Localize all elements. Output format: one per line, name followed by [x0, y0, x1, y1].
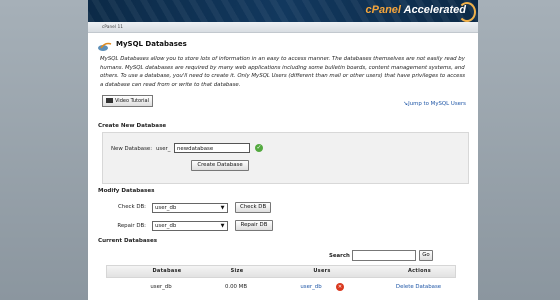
create-database-button[interactable]: Create Database — [191, 160, 249, 171]
column-database: Database — [152, 268, 182, 274]
cell-size: 0.00 MB — [224, 284, 248, 290]
header-bar: cPanel Accelerated — [88, 0, 478, 22]
new-database-label: New Database: — [111, 146, 153, 152]
table-header: Database Size Users Actions — [106, 265, 456, 278]
table-row: user_db 0.00 MB user_db ✕ Delete Databas… — [106, 278, 456, 296]
create-database-heading: Create New Database — [98, 123, 167, 129]
check-db-button[interactable]: Check DB — [235, 202, 271, 213]
section-description: MySQL Databases allow you to store lots … — [100, 56, 466, 88]
create-database-panel: New Database: user_ newdatabase ✓ Create… — [102, 132, 469, 184]
repair-db-label: Repair DB: — [117, 223, 146, 229]
logo-suffix: Accelerated — [403, 4, 466, 16]
dropdown-caret-icon: ▼ — [220, 205, 225, 211]
search-input[interactable] — [352, 250, 416, 261]
jump-to-mysql-users-link[interactable]: ↘Jump to MySQL Users — [403, 100, 466, 107]
video-tutorial-label: Video Tutorial — [115, 98, 149, 104]
new-database-input[interactable]: newdatabase — [174, 143, 250, 153]
delete-database-link[interactable]: Delete Database — [391, 284, 446, 290]
column-size: Size — [230, 268, 244, 274]
modify-databases-heading: Modify Databases — [98, 188, 155, 194]
logo-swirl-icon — [458, 2, 476, 22]
background-right — [472, 0, 560, 300]
dropdown-caret-icon: ▼ — [220, 223, 225, 229]
cpanel-page: cPanel Accelerated cPanel 11 MySQL Datab… — [88, 0, 478, 300]
cell-database: user_db — [150, 284, 172, 290]
cpanel-logo[interactable]: cPanel Accelerated — [366, 4, 467, 16]
current-databases-heading: Current Databases — [98, 238, 158, 244]
logo-brand: cPanel — [365, 4, 401, 16]
check-db-select[interactable]: user_db ▼ — [152, 203, 228, 213]
column-actions: Actions — [407, 268, 431, 274]
repair-db-button[interactable]: Repair DB — [235, 220, 273, 231]
search-label: Search — [329, 253, 350, 259]
repair-db-select[interactable]: user_db ▼ — [152, 221, 228, 231]
breadcrumb[interactable]: cPanel 11 — [102, 24, 123, 29]
database-prefix: user_ — [156, 146, 171, 152]
repair-db-selected: user_db — [155, 223, 177, 229]
jump-link-label: Jump to MySQL Users — [408, 101, 466, 107]
mysql-icon — [98, 42, 112, 51]
page-title: MySQL Databases — [116, 40, 187, 48]
remove-user-icon[interactable]: ✕ — [336, 283, 344, 291]
databases-table: Database Size Users Actions user_db 0.00… — [106, 265, 456, 296]
go-button[interactable]: Go — [419, 250, 433, 261]
check-db-selected: user_db — [155, 205, 177, 211]
breadcrumb-bar: cPanel 11 — [88, 22, 478, 33]
valid-check-icon: ✓ — [255, 144, 263, 152]
background-left — [0, 0, 88, 300]
cell-user-link[interactable]: user_db — [291, 284, 331, 290]
check-db-label: Check DB: — [118, 204, 146, 210]
column-users: Users — [313, 268, 331, 274]
video-tutorial-button[interactable]: Video Tutorial — [102, 95, 153, 107]
play-icon — [106, 98, 113, 103]
